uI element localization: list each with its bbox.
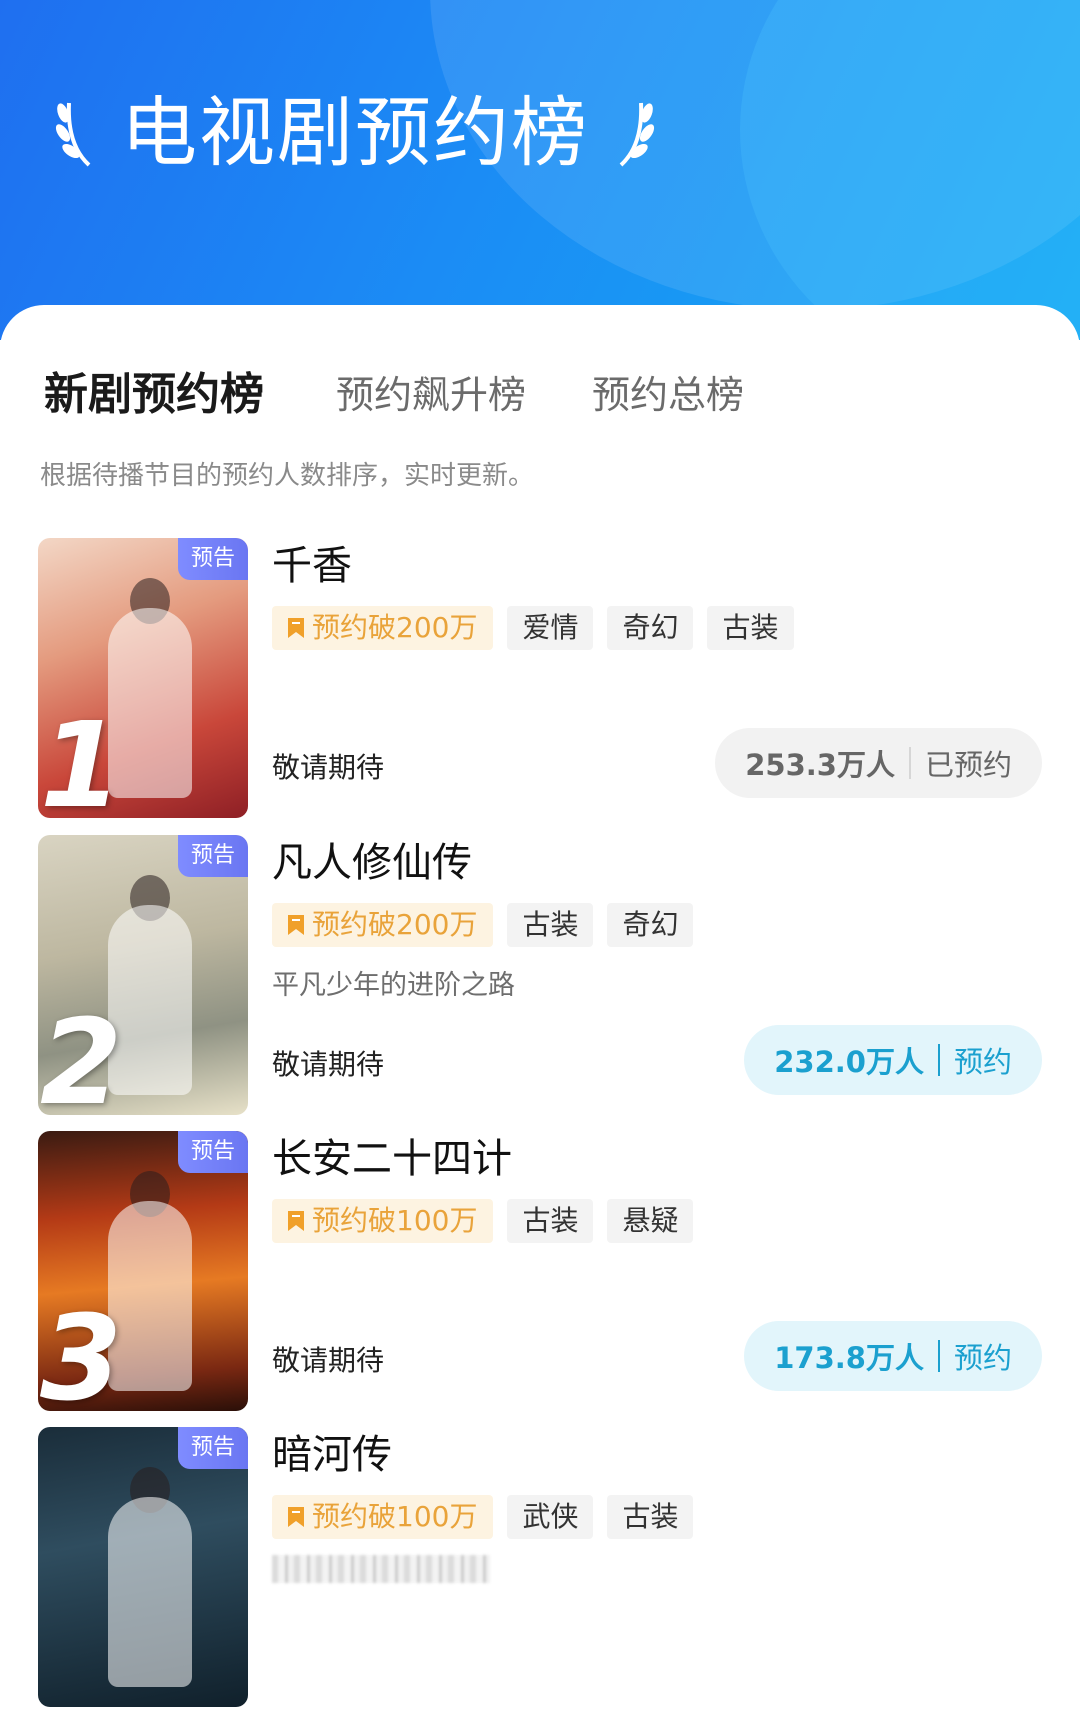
drama-title[interactable]: 暗河传 [272, 1429, 392, 1481]
milestone-label: 预约破100万 [312, 1500, 478, 1533]
divider [937, 1340, 940, 1372]
hero-banner: 电视剧预约榜 [0, 0, 1080, 340]
bookmark-icon [288, 915, 304, 935]
reservation-milestone-tag: 预约破200万 [272, 903, 494, 947]
drama-tagline: 平凡少年的进阶之路 [272, 970, 515, 1001]
reserve-button[interactable]: 173.8万人 预约 [744, 1321, 1042, 1391]
release-status: 敬请期待 [272, 1344, 385, 1377]
tab-bar: 新剧预约榜 预约飙升榜 预约总榜 [44, 365, 810, 425]
trailer-badge: 预告 [178, 538, 248, 580]
reserved-button[interactable]: 253.3万人 已预约 [715, 728, 1042, 798]
genre-tag: 古装 [507, 1199, 594, 1243]
drama-title[interactable]: 长安二十四计 [272, 1133, 512, 1185]
rank-number: 3 [40, 1289, 123, 1411]
reservation-milestone-tag: 预约破100万 [272, 1495, 494, 1539]
milestone-label: 预约破100万 [312, 1204, 478, 1237]
release-status: 敬请期待 [272, 751, 385, 784]
poster-figure [108, 1497, 192, 1687]
reservation-milestone-tag: 预约破200万 [272, 606, 494, 650]
tag-row: 预约破100万 武侠 古装 [272, 1495, 694, 1539]
list-item[interactable]: 预告 2 凡人修仙传 预约破200万 古装 奇幻 平凡少年的进阶之路 敬请期待 … [38, 835, 1042, 1117]
genre-tag: 爱情 [507, 606, 594, 650]
reserve-button[interactable]: 232.0万人 预约 [744, 1025, 1042, 1095]
genre-tag: 奇幻 [607, 606, 694, 650]
bookmark-icon [288, 618, 304, 638]
tag-row: 预约破200万 爱情 奇幻 古装 [272, 606, 794, 650]
reservation-count: 232.0万人 [774, 1045, 924, 1079]
genre-tag: 奇幻 [607, 903, 694, 947]
milestone-label: 预约破200万 [312, 908, 478, 941]
tag-row: 预约破200万 古装 奇幻 [272, 903, 694, 947]
drama-title[interactable]: 凡人修仙传 [272, 837, 472, 889]
laurel-left-icon [55, 102, 91, 167]
trailer-badge: 预告 [178, 835, 248, 877]
ranking-description: 根据待播节目的预约人数排序，实时更新。 [40, 461, 535, 491]
divider [937, 1044, 940, 1076]
reservation-count: 253.3万人 [745, 748, 895, 782]
rank-number: 2 [40, 993, 123, 1115]
list-item[interactable]: 预告 1 千香 预约破200万 爱情 奇幻 古装 敬请期待 253.3万人 已预… [38, 538, 1042, 820]
page-title: 电视剧预约榜 [121, 88, 589, 177]
laurel-right-icon [619, 102, 655, 167]
drama-title[interactable]: 千香 [272, 540, 352, 592]
genre-tag: 悬疑 [607, 1199, 694, 1243]
list-item[interactable]: 预告 3 长安二十四计 预约破100万 古装 悬疑 敬请期待 173.8万人 预… [38, 1131, 1042, 1413]
tab-new-drama[interactable]: 新剧预约榜 [44, 365, 264, 425]
divider [908, 747, 911, 779]
genre-tag: 古装 [707, 606, 794, 650]
reservation-count: 173.8万人 [774, 1341, 924, 1375]
reserve-label: 预约 [953, 1045, 1012, 1079]
release-status: 敬请期待 [272, 1048, 385, 1081]
poster-image[interactable]: 预告 3 [38, 1131, 248, 1411]
reserve-label: 预约 [953, 1341, 1012, 1375]
milestone-label: 预约破200万 [312, 611, 478, 644]
tab-total[interactable]: 预约总榜 [592, 365, 744, 425]
poster-image[interactable]: 预告 1 [38, 538, 248, 818]
poster-image[interactable]: 预告 [38, 1427, 248, 1707]
bookmark-icon [288, 1211, 304, 1231]
rank-number: 1 [40, 696, 123, 818]
bookmark-icon [288, 1507, 304, 1527]
genre-tag: 古装 [607, 1495, 694, 1539]
poster-image[interactable]: 预告 2 [38, 835, 248, 1115]
tag-row: 预约破100万 古装 悬疑 [272, 1199, 694, 1243]
hero-title: 电视剧预约榜 [55, 88, 655, 178]
trailer-badge: 预告 [178, 1427, 248, 1469]
genre-tag: 古装 [507, 903, 594, 947]
reserve-label: 已预约 [924, 748, 1012, 782]
genre-tag: 武侠 [507, 1495, 594, 1539]
reservation-milestone-tag: 预约破100万 [272, 1199, 494, 1243]
trailer-badge: 预告 [178, 1131, 248, 1173]
blurred-tagline [272, 1555, 490, 1583]
ranking-panel: 新剧预约榜 预约飙升榜 预约总榜 根据待播节目的预约人数排序，实时更新。 预告 … [0, 305, 1080, 1707]
list-item[interactable]: 预告 暗河传 预约破100万 武侠 古装 [38, 1427, 1042, 1709]
tab-rising[interactable]: 预约飙升榜 [336, 365, 526, 425]
